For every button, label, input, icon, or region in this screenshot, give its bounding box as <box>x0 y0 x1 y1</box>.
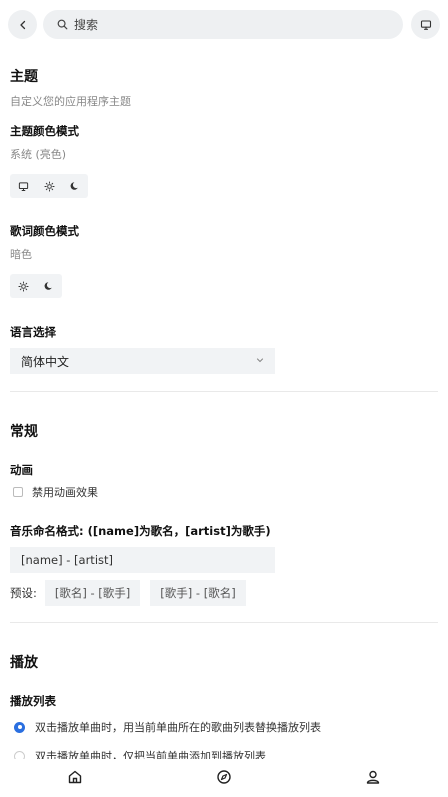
monitor-icon <box>420 19 431 30</box>
nav-home[interactable] <box>65 767 85 787</box>
naming-format-input[interactable]: [name] - [artist] <box>10 547 275 573</box>
section-title-playback: 播放 <box>10 655 38 671</box>
lyric-mode-selector <box>10 274 62 298</box>
disable-animation-checkbox[interactable] <box>13 487 23 497</box>
section-subtitle-theme: 自定义您的应用程序主题 <box>10 95 131 108</box>
section-title-theme: 主题 <box>10 69 38 85</box>
language-title: 语言选择 <box>10 325 56 339</box>
lyric-mode-title: 歌词颜色模式 <box>10 224 79 238</box>
preset-row: 预设: [歌名] - [歌手] [歌手] - [歌名] <box>10 580 438 606</box>
top-bar: 搜索 <box>8 10 440 42</box>
disable-animation-option[interactable]: 禁用动画效果 <box>10 484 438 500</box>
color-mode-light-button[interactable] <box>36 174 62 198</box>
theme-section: 主题 自定义您的应用程序主题 主题颜色模式 系统 (亮色) 歌词颜色模式 暗色 <box>10 66 438 374</box>
naming-format-title: 音乐命名格式: ([name]为歌名，[artist]为歌手) <box>10 524 271 538</box>
search-icon <box>57 19 68 30</box>
home-icon <box>68 770 82 784</box>
color-mode-title: 主题颜色模式 <box>10 124 79 138</box>
sun-icon <box>17 280 29 292</box>
compass-icon <box>217 770 231 784</box>
playlist-option-label: 双击播放单曲时，用当前单曲所在的歌曲列表替换播放列表 <box>35 721 321 734</box>
user-icon <box>366 770 380 784</box>
animation-title: 动画 <box>10 463 33 477</box>
playback-section: 播放 播放列表 双击播放单曲时，用当前单曲所在的歌曲列表替换播放列表 双击播放单… <box>10 652 438 764</box>
window-button[interactable] <box>411 10 440 39</box>
settings-content: 主题 自定义您的应用程序主题 主题颜色模式 系统 (亮色) 歌词颜色模式 暗色 <box>10 66 438 764</box>
chevron-left-icon <box>19 20 25 29</box>
general-section: 常规 动画 禁用动画效果 音乐命名格式: ([name]为歌名，[artist]… <box>10 421 438 606</box>
lyric-mode-value: 暗色 <box>10 248 32 261</box>
lyric-mode-light-button[interactable] <box>10 274 36 298</box>
search-placeholder: 搜索 <box>74 18 99 32</box>
preset-button-2[interactable]: [歌手] - [歌名] <box>150 580 246 606</box>
color-mode-value: 系统 (亮色) <box>10 148 67 161</box>
playlist-title: 播放列表 <box>10 694 56 708</box>
bottom-nav <box>0 759 448 797</box>
language-select[interactable]: 简体中文 <box>10 348 275 374</box>
sun-icon <box>43 180 55 192</box>
language-select-value: 简体中文 <box>21 354 70 369</box>
monitor-icon <box>18 181 28 191</box>
lyric-mode-dark-button[interactable] <box>36 274 62 298</box>
moon-icon <box>44 282 52 290</box>
disable-animation-label: 禁用动画效果 <box>32 486 98 499</box>
search-input[interactable]: 搜索 <box>43 10 403 39</box>
section-title-general: 常规 <box>10 424 38 440</box>
preset-button-1[interactable]: [歌名] - [歌手] <box>44 580 141 606</box>
radio-selected[interactable] <box>14 721 25 733</box>
divider <box>10 391 438 392</box>
chevron-down-icon <box>256 358 264 363</box>
nav-profile[interactable] <box>363 767 383 787</box>
divider <box>10 622 438 623</box>
color-mode-selector <box>10 174 88 198</box>
color-mode-system-button[interactable] <box>10 174 36 198</box>
back-button[interactable] <box>8 10 37 39</box>
nav-explore[interactable] <box>214 767 234 787</box>
moon-icon <box>70 182 78 190</box>
playlist-option-replace[interactable]: 双击播放单曲时，用当前单曲所在的歌曲列表替换播放列表 <box>10 719 438 735</box>
color-mode-dark-button[interactable] <box>62 174 88 198</box>
preset-label: 预设: <box>10 586 37 600</box>
